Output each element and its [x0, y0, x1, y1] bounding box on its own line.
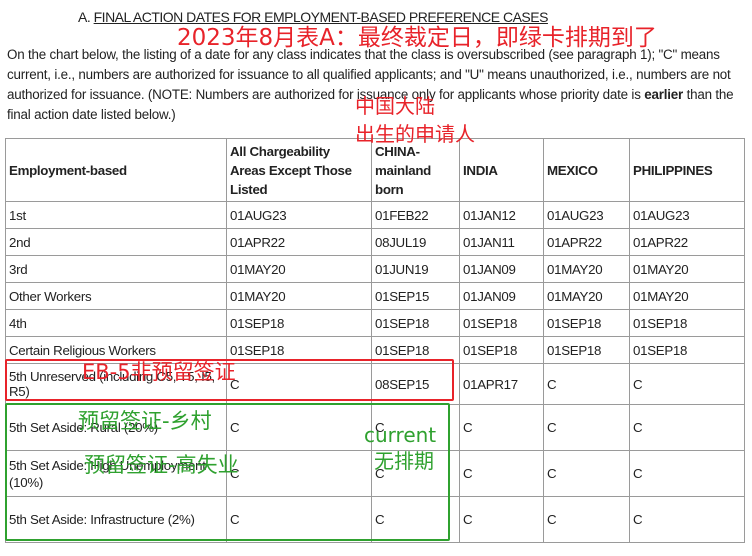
header-employment-based: Employment-based — [5, 138, 227, 202]
date-cell: 01MAY20 — [629, 282, 745, 310]
row-label-cell: 3rd — [5, 255, 227, 283]
date-cell: 01APR22 — [629, 228, 745, 256]
date-cell: 01AUG23 — [226, 201, 372, 229]
date-cell: C — [543, 450, 630, 497]
date-cell: 01MAY20 — [543, 255, 630, 283]
date-cell: 01SEP18 — [371, 309, 460, 337]
date-cell: C — [629, 450, 745, 497]
date-cell: 01SEP18 — [226, 309, 372, 337]
table-row: Other Workers 01MAY20 01SEP15 01JAN09 01MAY2… — [5, 282, 745, 310]
date-cell: C — [629, 496, 745, 543]
date-cell: 01FEB22 — [371, 201, 460, 229]
header-all-chargeability: All Chargeability Areas Except Those Lis… — [226, 138, 372, 202]
date-cell: 01MAY20 — [629, 255, 745, 283]
date-cell: C — [543, 496, 630, 543]
section-heading: A. FINAL ACTION DATES FOR EMPLOYMENT-BAS… — [78, 9, 548, 25]
header-china: CHINA-mainland born — [371, 138, 460, 202]
table-row: 3rd 01MAY20 01JUN19 01JAN09 01MAY20 01MAY20 — [5, 255, 745, 283]
intro-bold: earlier — [644, 87, 684, 102]
row-label-cell: 1st — [5, 201, 227, 229]
date-cell: 01APR22 — [226, 228, 372, 256]
date-cell: 01AUG23 — [543, 201, 630, 229]
annotation-no-backlog: 无排期 — [374, 449, 434, 473]
date-cell: 01JUN19 — [371, 255, 460, 283]
date-cell: 01MAY20 — [226, 282, 372, 310]
date-cell: C — [543, 404, 630, 451]
date-cell: 01AUG23 — [629, 201, 745, 229]
annotation-current: current — [364, 423, 437, 447]
header-mexico: MEXICO — [543, 138, 630, 202]
header-philippines: PHILIPPINES — [629, 138, 745, 202]
table-row: 1st 01AUG23 01FEB22 01JAN12 01AUG23 01AUG23 — [5, 201, 745, 229]
date-cell: 01APR22 — [543, 228, 630, 256]
date-cell: C — [459, 450, 544, 497]
row-label-cell: 4th — [5, 309, 227, 337]
date-cell: 01JAN09 — [459, 255, 544, 283]
date-cell: 01MAY20 — [543, 282, 630, 310]
date-cell: 01SEP18 — [543, 336, 630, 364]
date-cell: C — [629, 404, 745, 451]
date-cell: 01MAY20 — [226, 255, 372, 283]
annotation-china-line1: 中国大陆 — [355, 94, 435, 118]
date-cell: 01SEP18 — [459, 336, 544, 364]
date-cell: 01SEP18 — [459, 309, 544, 337]
date-cell: 01SEP15 — [371, 282, 460, 310]
date-cell: 01SEP18 — [629, 309, 745, 337]
heading-title: FINAL ACTION DATES FOR EMPLOYMENT-BASED … — [93, 9, 549, 25]
annotation-title: 2023年8月表A：最终裁定日，即绿卡排期到了 — [177, 25, 657, 51]
date-cell: 01JAN12 — [459, 201, 544, 229]
date-cell: 01SEP18 — [543, 309, 630, 337]
date-cell: C — [629, 363, 745, 405]
heading-prefix: A. — [78, 9, 91, 25]
table-row: 4th 01SEP18 01SEP18 01SEP18 01SEP18 01SEP18 — [5, 309, 745, 337]
header-india: INDIA — [459, 138, 544, 202]
annotation-high-unemployment: 预留签证-高失业 — [84, 453, 239, 477]
date-cell: 01JAN09 — [459, 282, 544, 310]
date-cell: C — [543, 363, 630, 405]
date-cell: 01SEP18 — [629, 336, 745, 364]
date-cell: 01JAN11 — [459, 228, 544, 256]
date-cell: C — [459, 404, 544, 451]
date-cell: 08JUL19 — [371, 228, 460, 256]
date-cell: C — [459, 496, 544, 543]
row-label-cell: 2nd — [5, 228, 227, 256]
annotation-rural: 预留签证-乡村 — [78, 409, 212, 433]
annotation-eb5-unreserved: EB-5非预留签证 — [82, 360, 236, 384]
table-row: 2nd 01APR22 08JUL19 01JAN11 01APR22 01APR22 — [5, 228, 745, 256]
annotation-china-line2: 出生的申请人 — [355, 122, 475, 146]
date-cell: 01APR17 — [459, 363, 544, 405]
table-header-row: Employment-based All Chargeability Areas… — [5, 138, 745, 202]
row-label-cell: Other Workers — [5, 282, 227, 310]
